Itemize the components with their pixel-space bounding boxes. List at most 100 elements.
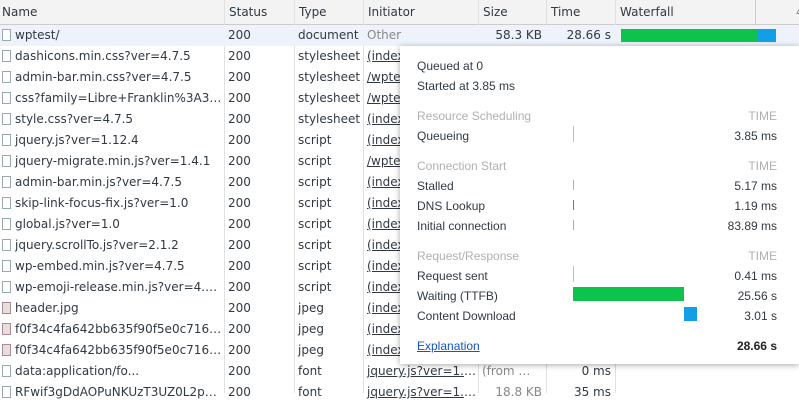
timing-tooltip: Queued at 0 Started at 3.85 ms Resource … [400,46,799,364]
cell-name: admin-bar.min.css?ver=4.7.5 [15,70,192,84]
section-request-response: Request/Response [417,249,520,263]
timing-value-request-sent: 0.41 ms [734,269,777,283]
started-at: Started at 3.85 ms [417,79,516,93]
cell-type: script [298,154,332,168]
cell-type: script [298,175,332,189]
cell-type: jpeg [298,322,324,336]
timing-value-queueing: 3.85 ms [734,129,777,143]
cell-initiator: Other [367,28,402,42]
cell-name: header.jpg [15,301,79,315]
timing-bar-request-sent [573,266,574,282]
cell-name: skip-link-focus-fix.js?ver=1.0 [15,196,189,210]
cell-status: 200 [228,175,251,189]
cell-size: (from me... [482,364,546,378]
cell-type: stylesheet [298,91,361,105]
section-connection-start: Connection Start [417,159,507,173]
timing-label-content-download: Content Download [417,309,516,323]
cell-type: script [298,217,332,231]
cell-type: stylesheet [298,49,361,63]
cell-type: script [298,238,332,252]
timing-label-queueing: Queueing [417,129,470,143]
total-time: 28.66 s [736,339,777,353]
cell-status: 200 [228,280,251,294]
column-time[interactable]: Time [546,0,615,24]
cell-name: jquery.js?ver=1.12.4 [15,133,139,147]
cell-name: dashicons.min.css?ver=4.7.5 [15,49,191,63]
cell-time: 0 ms [581,364,611,378]
cell-status: 200 [228,91,251,105]
timing-label-stalled: Stalled [417,179,454,193]
cell-type: stylesheet [298,112,361,126]
cell-name: data:application/fo... [15,364,140,378]
cell-name: jquery-migrate.min.js?ver=1.4.1 [15,154,211,168]
column-name[interactable]: Name [0,0,224,24]
time-heading: TIME [748,109,777,123]
cell-name: jquery.scrollTo.js?ver=2.1.2 [15,238,179,252]
timing-bar-content-download [684,307,697,321]
cell-status: 200 [228,343,251,357]
queued-at: Queued at 0 [417,59,484,73]
cell-name: f0f34c4fa642bb635f90f5e0c716b59d... [15,322,224,336]
timing-bar-ttfb [573,287,684,301]
column-status[interactable]: Status [224,0,294,24]
timing-label-initial-connection: Initial connection [417,219,507,233]
cell-time: 28.66 s [566,28,611,42]
timing-bar-initial-connection [573,220,574,230]
cell-type: font [298,364,322,378]
time-heading: TIME [748,249,777,263]
cell-name: css?family=Libre+Franklin%3A300%2... [15,91,224,105]
cell-type: script [298,133,332,147]
cell-name: admin-bar.min.js?ver=4.7.5 [15,175,182,189]
column-waterfall[interactable]: Waterfall [615,0,755,24]
cell-size: 58.3 KB [495,28,542,42]
explanation-link[interactable]: Explanation [417,339,480,353]
waterfall-ttfb-segment [621,29,758,42]
cell-status: 200 [228,112,251,126]
timing-label-request-sent: Request sent [417,269,488,283]
cell-type: stylesheet [298,70,361,84]
cell-type: script [298,280,332,294]
waterfall-download-segment [758,29,776,42]
cell-status: 200 [228,322,251,336]
table-row[interactable]: data:application/fo... 200 font jquery.js?v… [0,361,799,382]
column-waterfall-scale: 4 [755,0,799,24]
cell-status: 200 [228,49,251,63]
timing-bar-queueing [573,126,574,142]
cell-status: 200 [228,196,251,210]
cell-type: script [298,196,332,210]
timing-bar-stalled [573,180,574,190]
waterfall-bar [621,29,776,42]
cell-status: 200 [228,70,251,84]
timing-value-dns: 1.19 ms [734,199,777,213]
cell-status: 200 [228,364,251,378]
cell-type: jpeg [298,301,324,315]
cell-status: 200 [228,259,251,273]
cell-name: wp-embed.min.js?ver=4.7.5 [15,259,185,273]
time-heading: TIME [748,159,777,173]
column-size[interactable]: Size [478,0,546,24]
cell-name: wp-emoji-release.min.js?ver=4.7.5 [15,280,224,294]
column-type[interactable]: Type [294,0,363,24]
timing-label-ttfb: Waiting (TTFB) [417,289,498,303]
column-header-bar: Name Status Type Initiator Size Time Wat… [0,0,799,25]
cell-status: 200 [228,28,251,42]
cell-name: wptest/ [15,28,60,42]
cell-status: 200 [228,301,251,315]
column-initiator[interactable]: Initiator [363,0,478,24]
cell-status: 200 [228,217,251,231]
timing-label-dns: DNS Lookup [417,199,486,213]
timing-value-ttfb: 25.56 s [737,289,777,303]
timing-value-content-download: 3.01 s [744,309,777,323]
timing-bar-dns [573,200,574,210]
cell-type: document [298,28,359,42]
cell-status: 200 [228,154,251,168]
cell-type: script [298,259,332,273]
cell-name: global.js?ver=1.0 [15,217,120,231]
cell-name: style.css?ver=4.7.5 [15,112,134,126]
cell-initiator[interactable]: jquery.js?ver=1.12... [363,361,478,382]
timing-value-initial-connection: 83.89 ms [727,219,777,233]
cell-status: 200 [228,133,251,147]
cell-type: jpeg [298,343,324,357]
cell-name: f0f34c4fa642bb635f90f5e0c716b59d... [15,343,224,357]
cell-status: 200 [228,238,251,252]
